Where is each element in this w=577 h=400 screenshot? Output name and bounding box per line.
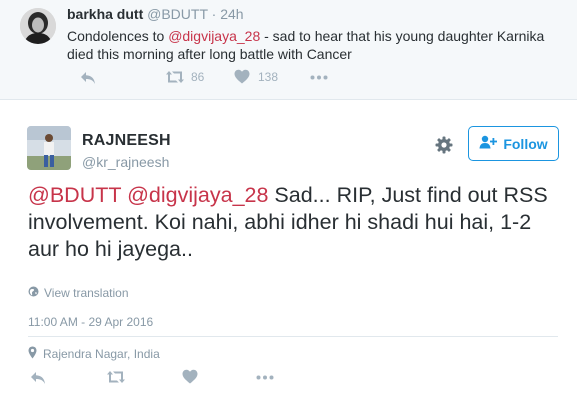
reply-icon [80, 71, 96, 85]
follow-button[interactable]: Follow [468, 126, 559, 161]
author-handle[interactable]: @kr_rajneesh [82, 154, 169, 170]
retweet-button[interactable]: 86 [165, 69, 204, 85]
divider [28, 336, 558, 337]
tweet-text-part: Condolences to [67, 28, 169, 44]
globe-icon [28, 286, 39, 300]
more-icon [310, 75, 328, 80]
reply-button[interactable] [30, 371, 46, 385]
like-count: 138 [258, 69, 279, 84]
follow-person-icon [479, 135, 498, 152]
top-tweet-text: Condolences to @digvijaya_28 - sad to he… [67, 27, 567, 63]
top-tweet-actions: 86 138 [80, 69, 380, 87]
more-icon [256, 375, 274, 380]
tweet-time[interactable]: 24h [220, 6, 243, 22]
main-tweet-actions [28, 368, 288, 388]
follow-label: Follow [503, 135, 548, 152]
main-tweet-text: @BDUTT @digvijaya_28 Sad... RIP, Just fi… [28, 182, 568, 263]
location-pin-icon [28, 346, 37, 362]
reply-icon [30, 371, 46, 385]
retweet-icon [165, 69, 185, 85]
gear-icon [435, 136, 453, 158]
tweet-location[interactable]: Rajendra Nagar, India [28, 346, 160, 362]
author-name[interactable]: RAJNEESH [82, 132, 171, 150]
view-translation-label: View translation [44, 286, 129, 300]
author-handle[interactable]: @BDUTT [147, 6, 208, 22]
user-actions-button[interactable] [435, 136, 453, 159]
top-tweet: barkha dutt @BDUTT · 24h Condolences to … [0, 0, 577, 100]
mention-link[interactable]: @digvijaya_28 [168, 28, 260, 44]
retweet-count: 86 [191, 70, 205, 84]
author-name[interactable]: barkha dutt [67, 6, 143, 22]
reply-button[interactable] [80, 71, 96, 85]
top-tweet-header: barkha dutt @BDUTT · 24h [67, 6, 244, 22]
avatar-barkha[interactable] [20, 8, 56, 44]
retweet-button[interactable] [106, 369, 126, 385]
mention-link[interactable]: @BDUTT [28, 183, 121, 207]
like-button[interactable]: 138 [234, 69, 278, 84]
heart-icon [182, 369, 198, 384]
separator-dot: · [211, 6, 217, 22]
more-button[interactable] [310, 75, 328, 80]
like-button[interactable] [182, 369, 198, 384]
location-label: Rajendra Nagar, India [43, 347, 160, 361]
avatar-rajneesh[interactable] [27, 126, 71, 170]
heart-icon [234, 69, 250, 84]
tweet-timestamp[interactable]: 11:00 AM - 29 Apr 2016 [28, 315, 153, 329]
mention-link[interactable]: @digvijaya_28 [127, 183, 268, 207]
view-translation-link[interactable]: View translation [28, 286, 129, 300]
retweet-icon [106, 369, 126, 385]
more-button[interactable] [256, 375, 274, 380]
